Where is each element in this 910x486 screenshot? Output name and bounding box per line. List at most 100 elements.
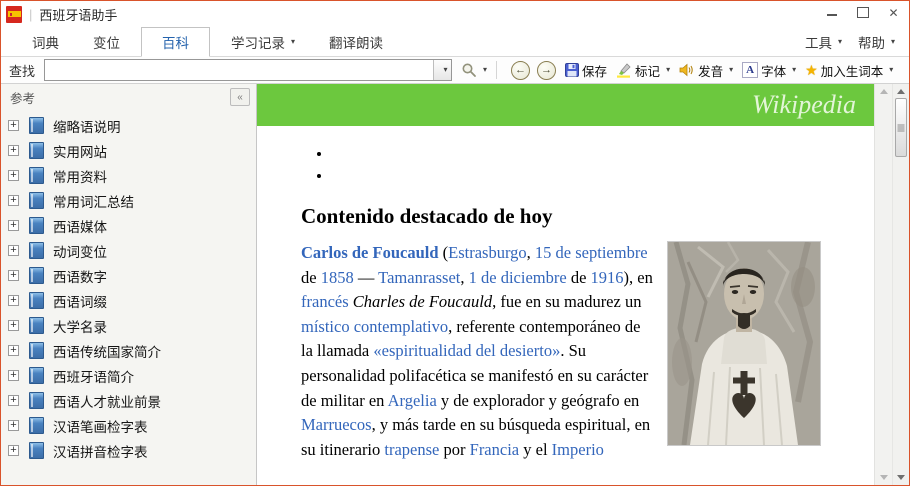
search-button[interactable]: ▾ <box>461 62 487 78</box>
titlebar-separator: | <box>29 7 32 22</box>
wiki-link[interactable]: trapense <box>384 440 439 459</box>
menu-label: 工具 <box>805 32 832 52</box>
search-input[interactable] <box>45 60 433 80</box>
save-floppy-icon <box>565 63 579 77</box>
tab-label: 变位 <box>93 32 120 52</box>
scroll-up-icon[interactable] <box>897 89 905 94</box>
sidebar-item[interactable]: +缩略语说明 <box>1 113 256 138</box>
expand-icon[interactable]: + <box>8 245 19 256</box>
sidebar-item[interactable]: +汉语笔画检字表 <box>1 413 256 438</box>
expand-icon[interactable]: + <box>8 170 19 181</box>
expand-icon[interactable]: + <box>8 370 19 381</box>
sidebar-item[interactable]: + 西班牙语简介 <box>1 363 256 388</box>
tab-study-record[interactable]: 学习记录 ▾ <box>218 27 308 56</box>
expand-icon[interactable]: + <box>8 120 19 131</box>
sidebar-item-label: 西班牙语简介 <box>53 366 134 386</box>
sidebar-item[interactable]: +西语词缀 <box>1 288 256 313</box>
sidebar-item[interactable]: + 大学名录 <box>1 313 256 338</box>
sidebar-item[interactable]: +西语传统国家简介 <box>1 338 256 363</box>
wiki-link[interactable]: Imperio <box>552 440 604 459</box>
wiki-link[interactable]: «espiritualidad del desierto» <box>373 341 560 360</box>
text-run: — <box>354 268 378 287</box>
save-button[interactable]: 保存 <box>565 61 607 80</box>
add-word-button[interactable]: ★ 加入生词本 ▾ <box>805 61 893 80</box>
expand-icon[interactable]: + <box>8 320 19 331</box>
close-button[interactable]: ✕ <box>878 1 909 24</box>
wiki-link[interactable]: Marruecos <box>301 415 372 434</box>
scroll-down-icon[interactable] <box>897 475 905 480</box>
collapse-sidebar-button[interactable]: « <box>230 88 250 106</box>
tab-label: 学习记录 <box>231 32 285 52</box>
wiki-link[interactable]: francés <box>301 292 349 311</box>
pronounce-label: 发音 <box>698 61 723 80</box>
scroll-down-icon[interactable] <box>880 475 888 480</box>
sidebar-item-label: 西语人才就业前景 <box>53 391 161 411</box>
expand-icon[interactable]: + <box>8 420 19 431</box>
wiki-link[interactable]: Tamanrasset <box>378 268 460 287</box>
pronounce-button[interactable]: 发音 ▾ <box>679 61 733 80</box>
minimize-button[interactable] <box>816 1 847 24</box>
sidebar-item[interactable]: +实用网站 <box>1 138 256 163</box>
expand-icon[interactable]: + <box>8 445 19 456</box>
app-window: | 西班牙语助手 ✕ 词典 变位 百科 学习记录▾ 翻译朗读 工具▾ 帮助▾ 查… <box>0 0 910 486</box>
maximize-button[interactable] <box>847 1 878 24</box>
wiki-link[interactable]: místico contemplativo <box>301 317 448 336</box>
text-run: ), en <box>624 268 653 287</box>
sidebar-item[interactable]: + 常用词汇总结 <box>1 188 256 213</box>
sidebar-item[interactable]: +汉语拼音检字表 <box>1 438 256 463</box>
wiki-link[interactable]: 1916 <box>591 268 624 287</box>
expand-icon[interactable]: + <box>8 295 19 306</box>
forward-button[interactable]: → <box>537 61 556 80</box>
sidebar-item[interactable]: +常用资料 <box>1 163 256 188</box>
chevron-down-icon: ▾ <box>291 38 295 46</box>
wiki-link[interactable]: 15 de septiembre <box>535 243 648 262</box>
font-label: 字体 <box>761 61 786 80</box>
minimize-icon <box>827 14 837 16</box>
tab-encyclopedia[interactable]: 百科 <box>141 27 210 57</box>
grip-icon <box>898 124 905 131</box>
scroll-up-icon[interactable] <box>880 89 888 94</box>
maximize-icon <box>857 7 869 18</box>
expand-icon[interactable]: + <box>8 270 19 281</box>
sidebar-item[interactable]: + 西语人才就业前景 <box>1 388 256 413</box>
mark-button[interactable]: 标记 ▾ <box>616 61 670 80</box>
tab-label: 翻译朗读 <box>329 32 383 52</box>
book-icon <box>29 242 44 259</box>
wiki-link[interactable]: Argelia <box>388 391 437 410</box>
wiki-link[interactable]: Francia <box>470 440 519 459</box>
back-button[interactable]: ← <box>511 61 530 80</box>
window-scrollbar[interactable] <box>892 84 909 485</box>
add-word-label: 加入生词本 <box>821 61 884 80</box>
font-button[interactable]: A 字体 ▾ <box>742 61 796 80</box>
expand-icon[interactable]: + <box>8 220 19 231</box>
menu-tools[interactable]: 工具▾ <box>797 27 850 56</box>
sidebar-item[interactable]: +西语媒体 <box>1 213 256 238</box>
wiki-link[interactable]: 1 de diciembre <box>469 268 567 287</box>
scrollbar-thumb[interactable] <box>895 98 907 157</box>
tab-translate-read[interactable]: 翻译朗读 <box>316 27 396 56</box>
bullet-item <box>332 168 868 190</box>
foucauld-portrait-image <box>668 242 820 445</box>
expand-icon[interactable]: + <box>8 345 19 356</box>
search-history-dropdown-button[interactable]: ▾ <box>433 60 451 80</box>
sidebar-item[interactable]: +动词变位 <box>1 238 256 263</box>
wiki-link[interactable]: Estrasburgo <box>448 243 527 262</box>
sidebar-item-label: 常用词汇总结 <box>53 191 134 211</box>
expand-icon[interactable]: + <box>8 145 19 156</box>
tab-conjugation[interactable]: 变位 <box>80 27 133 56</box>
wikipedia-logo: Wikipedia <box>752 90 856 120</box>
menu-help[interactable]: 帮助▾ <box>850 27 903 56</box>
expand-icon[interactable]: + <box>8 395 19 406</box>
article: Contenido destacado de hoy <box>257 126 874 462</box>
wiki-link[interactable]: 1858 <box>321 268 354 287</box>
text-run: por <box>439 440 469 459</box>
wiki-link[interactable]: Carlos de Foucauld <box>301 243 439 262</box>
sidebar-item-label: 大学名录 <box>53 316 107 336</box>
content-scrollbar[interactable] <box>874 84 892 485</box>
tab-dictionary[interactable]: 词典 <box>19 27 72 56</box>
font-icon: A <box>742 62 758 78</box>
right-menu: 工具▾ 帮助▾ <box>797 27 909 56</box>
sidebar-item[interactable]: +西语数字 <box>1 263 256 288</box>
expand-icon[interactable]: + <box>8 195 19 206</box>
book-icon <box>29 167 44 184</box>
